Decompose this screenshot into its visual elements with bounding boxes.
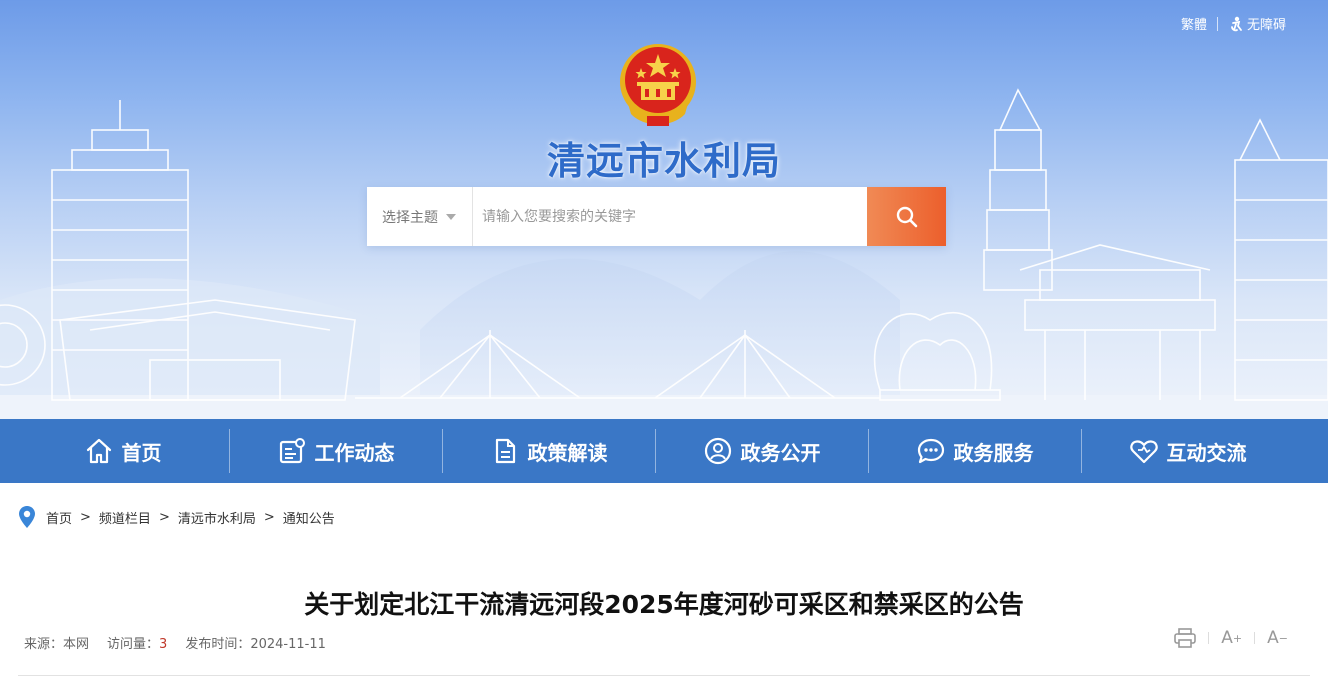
document-icon: [495, 438, 515, 464]
source-value: 本网: [63, 637, 90, 652]
date-value: 2024-11-11: [250, 637, 326, 652]
article-date: 发布时间：2024-11-11: [185, 633, 326, 652]
tool-divider: [1254, 632, 1256, 644]
nav-government-services[interactable]: 政务服务: [868, 419, 1081, 483]
views-label: 访问量：: [107, 637, 160, 652]
breadcrumb-home[interactable]: 首页: [46, 508, 72, 527]
date-label: 发布时间：: [185, 637, 251, 652]
nav-home[interactable]: 首页: [16, 419, 229, 483]
font-decrease-button[interactable]: A −: [1267, 628, 1288, 648]
nav-label: 工作动态: [314, 440, 395, 465]
print-button[interactable]: [1174, 628, 1197, 648]
font-increase-button[interactable]: A +: [1221, 628, 1242, 648]
nav-label: 政策解读: [527, 440, 608, 465]
nav-policy-interpretation[interactable]: 政策解读: [442, 419, 655, 483]
accessibility-label: 无障碍: [1246, 18, 1286, 33]
source-label: 来源：: [24, 637, 64, 652]
nav-label: 政务服务: [953, 440, 1034, 465]
article-meta: 来源：本网 访问量：3 发布时间：2024-11-11: [24, 633, 344, 652]
site-title: 清远市水利局: [546, 139, 781, 183]
user-icon: [704, 437, 731, 465]
article-tools: A + A −: [1174, 628, 1288, 648]
main-navigation: 首页 工作动态 政策解读 政务公开 政务服务 互动交流: [0, 419, 1328, 483]
header-banner: 繁體 无障碍 清远市水利局 选择主题: [0, 0, 1328, 419]
search-bar: 选择主题: [367, 187, 946, 246]
breadcrumb-separator: >: [80, 509, 91, 525]
news-icon: [279, 438, 305, 464]
views-count: 3: [159, 637, 168, 652]
topic-select[interactable]: 选择主题: [367, 187, 473, 246]
traditional-chinese-link[interactable]: 繁體: [1181, 14, 1207, 33]
nav-work-news[interactable]: 工作动态: [229, 419, 442, 483]
home-icon: [86, 438, 111, 464]
breadcrumb-separator: >: [158, 509, 170, 525]
search-input[interactable]: [473, 187, 867, 246]
nav-label: 政务公开: [740, 440, 821, 465]
nav-label: 互动交流: [1166, 440, 1247, 465]
breadcrumb-separator: >: [263, 509, 275, 525]
divider-line: [18, 675, 1310, 676]
breadcrumb: 首页 > 频道栏目 > 清远市水利局 > 通知公告: [18, 505, 335, 529]
location-pin-icon: [19, 506, 35, 528]
breadcrumb-channel[interactable]: 频道栏目: [99, 508, 151, 527]
search-icon: [896, 206, 917, 227]
article-title: 关于划定北江干流清远河段2025年度河砂可采区和禁采区的公告: [304, 590, 1024, 619]
topbar-divider: [1216, 16, 1218, 31]
topic-select-label: 选择主题: [382, 209, 438, 226]
nav-interactive-exchange[interactable]: 互动交流: [1081, 419, 1294, 483]
article-views: 访问量：3: [107, 633, 167, 652]
printer-icon: [1174, 628, 1197, 648]
accessibility-link[interactable]: 无障碍: [1228, 14, 1286, 33]
search-button[interactable]: [867, 187, 946, 246]
nav-label: 首页: [121, 440, 162, 465]
breadcrumb-notices[interactable]: 通知公告: [283, 508, 335, 527]
top-utility-bar: 繁體 无障碍: [1181, 14, 1286, 33]
chat-icon: [917, 438, 944, 464]
national-emblem-logo: [620, 44, 696, 126]
tool-divider: [1208, 632, 1210, 644]
accessibility-icon: [1231, 16, 1242, 31]
nav-government-affairs-disclosure[interactable]: 政务公开: [655, 419, 868, 483]
article-source: 来源：本网: [24, 633, 89, 652]
heart-icon: [1129, 440, 1158, 464]
breadcrumb-bureau[interactable]: 清远市水利局: [178, 508, 256, 527]
chevron-down-icon: [446, 213, 456, 220]
